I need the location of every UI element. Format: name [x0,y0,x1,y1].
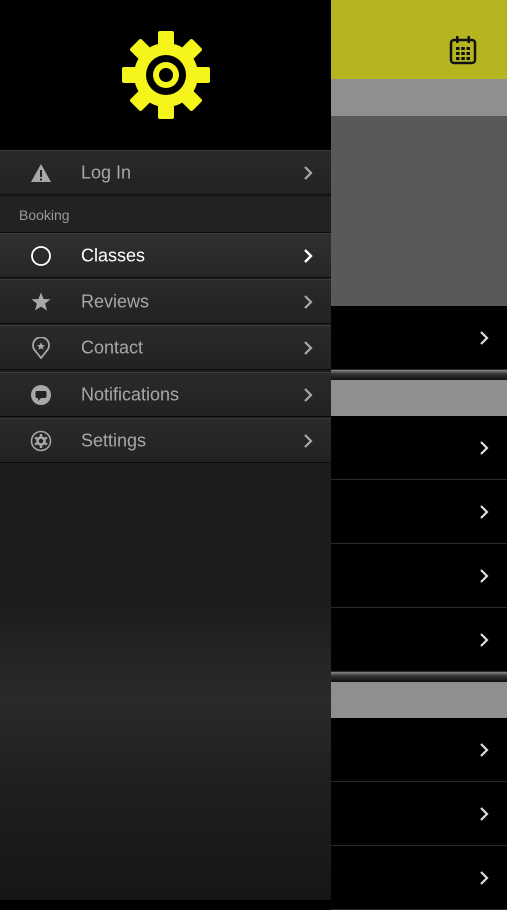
login-label: Log In [81,162,132,182]
side-drawer: Log In Booking Classes Reviews Contact N… [0,0,331,900]
menu-item-label: Classes [81,245,146,265]
gear-logo-icon [122,31,210,119]
chevron-right-icon [304,433,313,448]
chevron-right-icon [304,294,313,309]
section-strip [331,380,507,416]
gear-icon [30,430,52,451]
menu-item-reviews[interactable]: Reviews [0,279,331,324]
menu-item-label: Contact [81,337,144,357]
warning-icon [31,163,51,182]
section-strip [331,79,507,116]
login-menu-item[interactable]: Log In [0,150,331,195]
list-item[interactable] [331,846,507,910]
image-strip [331,672,507,682]
list-item[interactable] [331,480,507,544]
list-item[interactable] [331,718,507,782]
chevron-right-icon [304,248,313,263]
list-item[interactable] [331,544,507,608]
drawer-header [0,0,331,150]
banner-image [331,116,507,306]
menu-item-label: Reviews [81,291,150,311]
star-icon [31,292,51,310]
section-header-label: Booking [19,207,70,223]
chevron-right-icon [480,440,489,455]
menu-item-label: Settings [81,430,147,450]
menu-item-contact[interactable]: Contact [0,325,331,370]
circle-icon [31,245,51,266]
chat-bubble-icon [31,384,51,405]
chevron-right-icon [304,387,313,402]
menu-item-label: Notifications [81,384,180,404]
menu-item-classes[interactable]: Classes [0,233,331,278]
booking-section-header: Booking [0,197,331,233]
list-item[interactable] [331,306,507,370]
section-strip [331,682,507,718]
list-item[interactable] [331,608,507,672]
menu-item-notifications[interactable]: Notifications [0,372,331,417]
chevron-right-icon [480,742,489,757]
calendar-icon[interactable] [449,35,477,65]
chevron-right-icon [480,806,489,821]
chevron-right-icon [304,165,313,180]
chevron-right-icon [480,568,489,583]
menu-item-settings[interactable]: Settings [0,418,331,463]
chevron-right-icon [480,632,489,647]
chevron-right-icon [480,870,489,885]
main-header-bar [331,0,507,79]
image-strip [331,370,507,380]
list-item[interactable] [331,782,507,846]
chevron-right-icon [480,504,489,519]
main-content-panel [331,0,507,910]
chevron-right-icon [304,340,313,355]
chevron-right-icon [480,330,489,345]
location-pin-icon [32,336,50,359]
list-item[interactable] [331,416,507,480]
